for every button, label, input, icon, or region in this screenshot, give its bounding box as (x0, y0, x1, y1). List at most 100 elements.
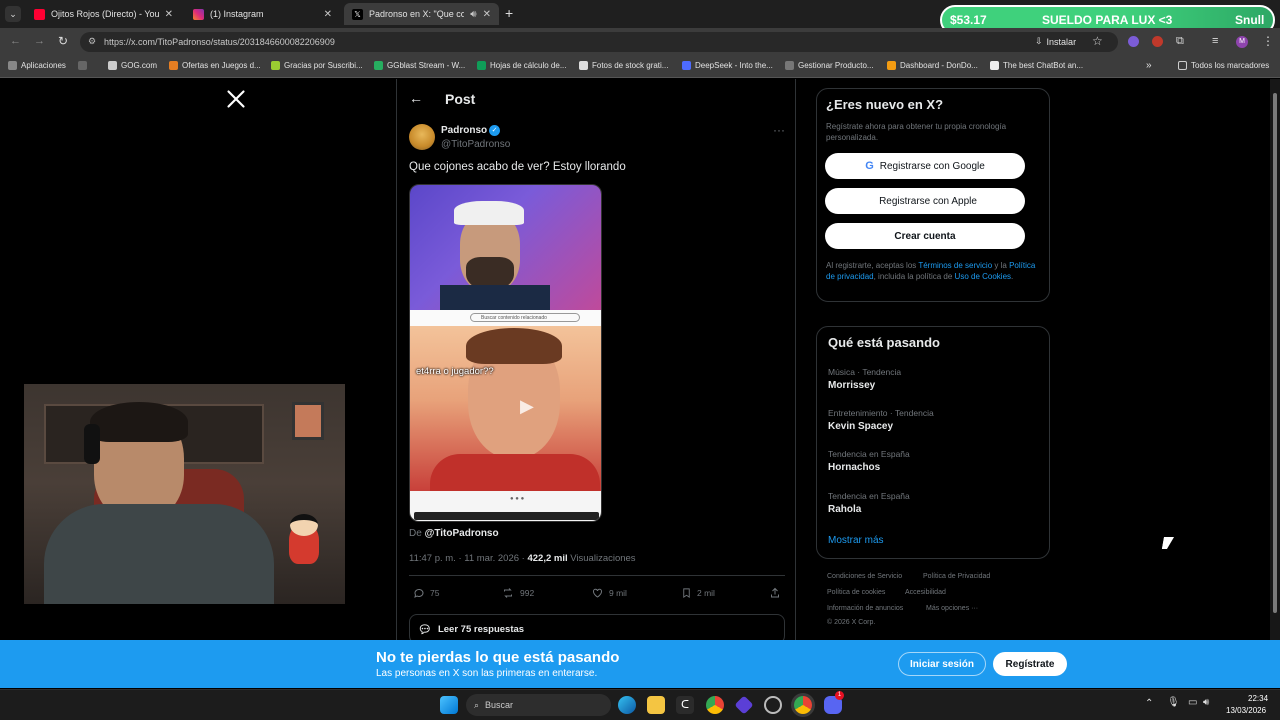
share-button[interactable] (769, 587, 786, 599)
trend-item[interactable]: Entretenimiento · Tendencia Kevin Spacey (828, 408, 934, 432)
mute-tab-icon[interactable]: 🔊︎ (470, 9, 476, 20)
tab-youtube[interactable]: Ojitos Rojos (Directo) - YouTube ✕ (26, 3, 181, 25)
chrome-active-icon[interactable] (794, 696, 812, 714)
signup-subtitle: Regístrate ahora para obtener tu propia … (826, 122, 1007, 142)
network-icon[interactable]: ▭ (1188, 697, 1197, 708)
video-play-icon[interactable]: ▶ (520, 396, 534, 417)
site-info-icon[interactable]: ⚙ (88, 36, 96, 47)
repost-button[interactable]: 992 (501, 587, 534, 599)
trend-item[interactable]: Tendencia en España Rahola (828, 491, 910, 515)
app-diamond-icon[interactable] (734, 695, 754, 715)
bookmark-ofertas[interactable]: Ofertas en Juegos d... (169, 61, 261, 70)
speech-bubble-icon: 💬︎ (418, 623, 432, 636)
verified-badge-icon: ✓ (489, 125, 500, 136)
browser-menu-icon[interactable]: ⋮ (1262, 34, 1274, 48)
cookies-link[interactable]: Uso de Cookies (955, 272, 1011, 281)
post-video[interactable]: Buscar contenido relacionado et4rra o ju… (409, 184, 602, 522)
footer-ads-link[interactable]: Información de anuncios (827, 605, 903, 612)
signup-google-button[interactable]: G Registrarse con Google (825, 153, 1025, 179)
bookmark-sheets[interactable]: Hojas de cálculo de... (477, 61, 567, 70)
trend-name: Morrissey (828, 380, 876, 391)
read-replies-button[interactable]: 💬︎ Leer 75 respuestas (409, 614, 785, 640)
tray-overflow-icon[interactable]: ⌃ (1145, 698, 1153, 709)
bookmark-chatbot[interactable]: The best ChatBot an... (990, 61, 1083, 70)
trending-card (816, 326, 1050, 559)
video-person-cap (454, 201, 524, 225)
source-handle-link[interactable]: @TitoPadronso (425, 528, 499, 539)
page-scrollbar[interactable] (1270, 79, 1280, 640)
new-tab-button[interactable]: + (505, 5, 513, 21)
reload-icon[interactable]: ↻ (58, 34, 68, 48)
microphone-icon[interactable]: 🎙︎ (1167, 697, 1180, 708)
windows-start-icon[interactable] (440, 696, 458, 714)
author-avatar[interactable] (409, 124, 435, 150)
bookmarks-overflow-icon[interactable]: » (1146, 60, 1152, 71)
footer-privacy-link[interactable]: Política de Privacidad (923, 573, 990, 580)
show-more-link[interactable]: Mostrar más (828, 535, 884, 546)
bookmark-stock[interactable]: Fotos de stock grati... (579, 61, 668, 70)
bookmark-ggblast[interactable]: GGblast Stream - W... (374, 61, 465, 70)
reply-button[interactable]: 75 (413, 587, 439, 599)
forward-icon[interactable]: → (34, 35, 45, 47)
post-more-icon[interactable]: ··· (773, 123, 785, 137)
register-button[interactable]: Regístrate (993, 652, 1067, 676)
volume-icon[interactable]: 🔊︎ (1203, 697, 1209, 708)
search-icon: ⌕ (474, 699, 480, 710)
bookmark-gracias[interactable]: Gracias por Suscribi... (271, 61, 363, 70)
trend-item[interactable]: Tendencia en España Hornachos (828, 449, 910, 473)
create-account-button[interactable]: Crear cuenta (825, 223, 1025, 249)
terms-link[interactable]: Términos de servicio (918, 261, 992, 270)
youtube-icon (34, 8, 45, 20)
bookmark-button[interactable]: 2 mil (681, 587, 715, 599)
extension-icon-red[interactable] (1152, 36, 1163, 47)
bookmark-all[interactable]: Todos los marcadores (1178, 61, 1269, 70)
signup-apple-button[interactable]: Registrarse con Apple (825, 188, 1025, 214)
install-app-button[interactable]: ⇩ Instalar (1035, 36, 1076, 47)
login-button[interactable]: Iniciar sesión (898, 652, 986, 676)
close-tab-icon[interactable]: ✕ (324, 9, 332, 20)
clock-date[interactable]: 13/03/2026 (1226, 706, 1266, 715)
extensions-puzzle-icon[interactable]: ⧉ (1176, 35, 1184, 48)
steam-icon[interactable] (764, 696, 782, 714)
app-icon[interactable]: ᑕ (676, 696, 694, 714)
footer-accessibility-link[interactable]: Accesibilidad (905, 589, 946, 596)
discord-icon[interactable]: 1 (824, 691, 844, 714)
close-tab-icon[interactable]: ✕ (165, 9, 173, 20)
chrome-icon[interactable] (706, 696, 724, 714)
author-name[interactable]: Padronso (441, 125, 487, 136)
profile-avatar[interactable]: M (1236, 36, 1248, 48)
footer-more-link[interactable]: Más opciones ··· (926, 605, 978, 612)
video-search-box: Buscar contenido relacionado (470, 313, 580, 322)
edge-icon[interactable] (618, 696, 636, 714)
video-search-text: Buscar contenido relacionado (481, 315, 547, 321)
back-icon[interactable]: ← (10, 35, 21, 47)
bookmark-label: Ofertas en Juegos d... (182, 61, 261, 70)
bookmark-dashboard[interactable]: Dashboard - DonDo... (887, 61, 978, 70)
scrollbar-thumb[interactable] (1273, 93, 1277, 613)
media-control-icon[interactable]: ≡ (1212, 35, 1218, 47)
taskbar-search[interactable]: ⌕ Buscar (466, 694, 611, 716)
extension-icon[interactable] (1128, 36, 1139, 47)
file-explorer-icon[interactable] (647, 696, 665, 714)
address-bar[interactable]: ⚙ https://x.com/TitoPadronso/status/2031… (80, 32, 1118, 52)
bookmark-gog[interactable]: GOG.com (108, 61, 157, 70)
bookmark-apps[interactable]: Aplicaciones (8, 61, 66, 70)
footer-cookies-link[interactable]: Política de cookies (827, 589, 885, 596)
bookmark-deepseek[interactable]: DeepSeek - Into the... (682, 61, 773, 70)
tab-search-dropdown-icon[interactable]: ⌄ (5, 6, 21, 22)
author-handle[interactable]: @TitoPadronso (441, 139, 510, 150)
back-arrow-icon[interactable]: ← (409, 90, 423, 106)
clock-time[interactable]: 22:34 (1248, 694, 1268, 703)
tab-x-post[interactable]: 𝕏 Padronso en X: "Que cojone 🔊︎ ✕ (344, 3, 499, 25)
x-logo-icon[interactable] (226, 89, 246, 109)
close-tab-icon[interactable]: ✕ (483, 9, 491, 20)
footer-terms-link[interactable]: Condiciones de Servicio (827, 573, 902, 580)
post-timestamp[interactable]: 11:47 p. m. · 11 mar. 2026 · (409, 553, 525, 564)
bookmark-grid[interactable] (78, 61, 91, 70)
tab-instagram[interactable]: (1) Instagram ✕ (185, 3, 340, 25)
bookmark-gestionar[interactable]: Gestionar Producto... (785, 61, 874, 70)
like-button[interactable]: 9 mil (591, 587, 627, 599)
bookmark-star-icon[interactable]: ☆ (1092, 34, 1103, 48)
trend-item[interactable]: Música · Tendencia Morrissey (828, 367, 901, 391)
bookmark-label: GOG.com (121, 61, 158, 70)
